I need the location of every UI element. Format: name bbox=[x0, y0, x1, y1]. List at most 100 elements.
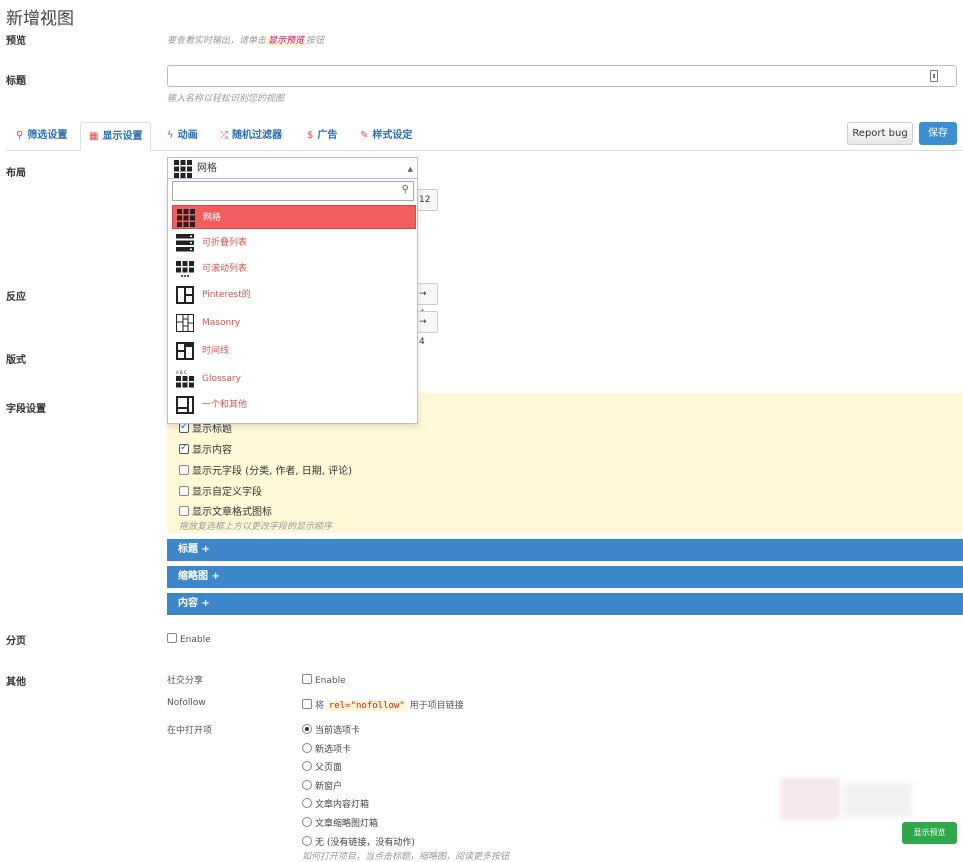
title-input[interactable] bbox=[167, 65, 957, 87]
layout-search-input[interactable]: ⚲ bbox=[172, 181, 414, 201]
dollar-icon: $ bbox=[307, 130, 314, 141]
field-label: 显示内容 bbox=[192, 445, 232, 456]
responsive-label: 反应 bbox=[6, 292, 26, 303]
grid-layout-icon bbox=[174, 160, 192, 178]
open-option-label: 新选项卡 bbox=[315, 745, 352, 755]
tab-animation[interactable]: ϟ 动画 bbox=[159, 122, 206, 151]
option-label: 时间线 bbox=[202, 346, 230, 356]
layout-option-collapsible[interactable]: 可折叠列表 bbox=[172, 231, 416, 255]
nofollow-label: Nofollow bbox=[167, 698, 206, 708]
option-label: 可折叠列表 bbox=[202, 238, 248, 248]
layout-option-masonry[interactable]: Masonry bbox=[172, 311, 416, 335]
open-option-content-lightbox[interactable]: 文章内容灯箱 bbox=[302, 797, 369, 810]
one-and-others-icon bbox=[176, 396, 194, 414]
radio[interactable] bbox=[302, 761, 312, 771]
bolt-icon: ϟ bbox=[167, 130, 174, 141]
field-show-custom[interactable]: 显示自定义字段 bbox=[179, 483, 262, 498]
tab-label: 动画 bbox=[177, 130, 198, 141]
open-option-new-window[interactable]: 新窗户 bbox=[302, 779, 342, 792]
layout-option-pinterest[interactable]: Pinterest的 bbox=[172, 283, 416, 307]
layout-option-grid[interactable]: 网格 bbox=[172, 205, 416, 229]
field-show-format-icon[interactable]: 显示文章格式图标 bbox=[179, 503, 272, 518]
radio[interactable] bbox=[302, 743, 312, 753]
tab-style-settings[interactable]: ✎ 样式设定 bbox=[352, 122, 420, 151]
tab-ads[interactable]: $ 广告 bbox=[299, 122, 345, 151]
format-label: 版式 bbox=[6, 355, 26, 366]
title-hint: 输入名称以轻松识别您的视图 bbox=[167, 94, 285, 104]
checkbox[interactable] bbox=[179, 442, 189, 454]
open-option-new-tab[interactable]: 新选项卡 bbox=[302, 742, 351, 755]
checkbox[interactable] bbox=[179, 421, 189, 433]
tab-filter-settings[interactable]: ⚲ 筛选设置 bbox=[8, 122, 75, 151]
open-hint: 如何打开项目，当点击标题，缩略图，阅读更多按钮 bbox=[302, 852, 510, 862]
masonry-layout-icon bbox=[176, 314, 194, 332]
title-label: 标题 bbox=[6, 76, 26, 87]
accordion-content[interactable]: 内容 + bbox=[167, 593, 963, 615]
preview-label: 预览 bbox=[6, 36, 26, 47]
tab-label: 显示设置 bbox=[102, 131, 143, 142]
checkbox[interactable] bbox=[179, 465, 189, 475]
tab-label: 筛选设置 bbox=[27, 130, 68, 141]
preview-hint: 要查看实时输出，请单击 显示预览 按钮 bbox=[167, 33, 324, 46]
search-icon: ⚲ bbox=[401, 184, 409, 195]
pencil-icon: ✎ bbox=[360, 130, 369, 141]
nofollow-option[interactable]: 将 rel="nofollow" 用于项目链接 bbox=[302, 698, 464, 711]
checkbox[interactable] bbox=[179, 506, 189, 516]
open-option-label: 父页面 bbox=[315, 763, 343, 773]
layout-option-scrollable[interactable]: 可滚动列表 bbox=[172, 257, 416, 281]
checkbox[interactable] bbox=[179, 486, 189, 496]
radio[interactable] bbox=[302, 817, 312, 827]
field-show-meta[interactable]: 显示元字段 (分类, 作者, 日期, 评论) bbox=[179, 462, 352, 477]
save-button[interactable]: 保存 bbox=[919, 122, 957, 145]
radio[interactable] bbox=[302, 724, 312, 734]
open-option-parent[interactable]: 父页面 bbox=[302, 760, 342, 773]
open-option-thumb-lightbox[interactable]: 文章缩略图灯箱 bbox=[302, 816, 378, 829]
checkbox[interactable] bbox=[302, 674, 312, 684]
social-share-label: 社交分享 bbox=[167, 676, 204, 686]
search-icon: ⚲ bbox=[16, 130, 24, 141]
tab-display-settings[interactable]: ▦ 显示设置 bbox=[80, 122, 152, 151]
report-bug-button[interactable]: Report bug bbox=[847, 122, 913, 145]
caret-up-icon: ▲ bbox=[407, 165, 413, 173]
accordion-title[interactable]: 标题 + bbox=[167, 539, 963, 561]
layout-dropdown: ⚲ 网格 可折叠列表 可滚动列表 Pinterest的 Masonry 时间线 … bbox=[167, 178, 418, 424]
layout-option-one-and-others[interactable]: 一个和其他 bbox=[172, 393, 416, 417]
open-option-none[interactable]: 无 (没有链接，没有动作) bbox=[302, 835, 415, 848]
open-option-label: 当前选项卡 bbox=[315, 726, 361, 736]
checkbox[interactable] bbox=[302, 699, 312, 709]
svg-text:A B C: A B C bbox=[176, 370, 187, 375]
blurred-region bbox=[842, 782, 912, 818]
layout-option-timeline[interactable]: 时间线 bbox=[172, 339, 416, 363]
field-label: 显示标题 bbox=[192, 424, 232, 435]
radio[interactable] bbox=[302, 780, 312, 790]
pinterest-layout-icon bbox=[176, 286, 194, 304]
preview-hint-suffix: 按钮 bbox=[306, 36, 325, 46]
layout-label: 布局 bbox=[6, 168, 26, 179]
pagination-label: 分页 bbox=[6, 636, 26, 647]
accordion-thumbnail[interactable]: 缩略图 + bbox=[167, 566, 963, 588]
option-label: 可滚动列表 bbox=[202, 264, 248, 274]
open-option-label: 无 (没有链接，没有动作) bbox=[315, 838, 415, 848]
preview-hint-prefix: 要查看实时输出，请单击 bbox=[167, 36, 267, 46]
tab-random-filter[interactable]: ⤮ 随机过滤器 bbox=[212, 122, 290, 151]
other-label: 其他 bbox=[6, 677, 26, 688]
layout-option-glossary[interactable]: A B C Glossary bbox=[172, 367, 416, 391]
field-show-content[interactable]: 显示内容 bbox=[179, 441, 232, 456]
tab-label: 广告 bbox=[317, 130, 338, 141]
field-label: 显示元字段 (分类, 作者, 日期, 评论) bbox=[192, 466, 353, 477]
nofollow-post: 用于项目链接 bbox=[409, 701, 464, 711]
layout-select[interactable]: 网格 ▲ bbox=[167, 157, 418, 179]
tab-label: 样式设定 bbox=[372, 130, 413, 141]
field-label: 显示自定义字段 bbox=[192, 487, 262, 498]
radio[interactable] bbox=[302, 836, 312, 846]
checkbox[interactable] bbox=[167, 633, 177, 643]
radio[interactable] bbox=[302, 798, 312, 808]
show-preview-button[interactable]: 显示预览 bbox=[902, 822, 957, 844]
shuffle-icon: ⤮ bbox=[220, 130, 228, 141]
pagination-enable[interactable]: Enable bbox=[167, 633, 211, 645]
social-share-enable[interactable]: Enable bbox=[302, 674, 346, 686]
page-title: 新增视图 bbox=[6, 9, 74, 29]
open-option-current-tab[interactable]: 当前选项卡 bbox=[302, 723, 360, 736]
glossary-layout-icon: A B C bbox=[176, 370, 194, 388]
pagination-enable-label: Enable bbox=[180, 635, 211, 645]
